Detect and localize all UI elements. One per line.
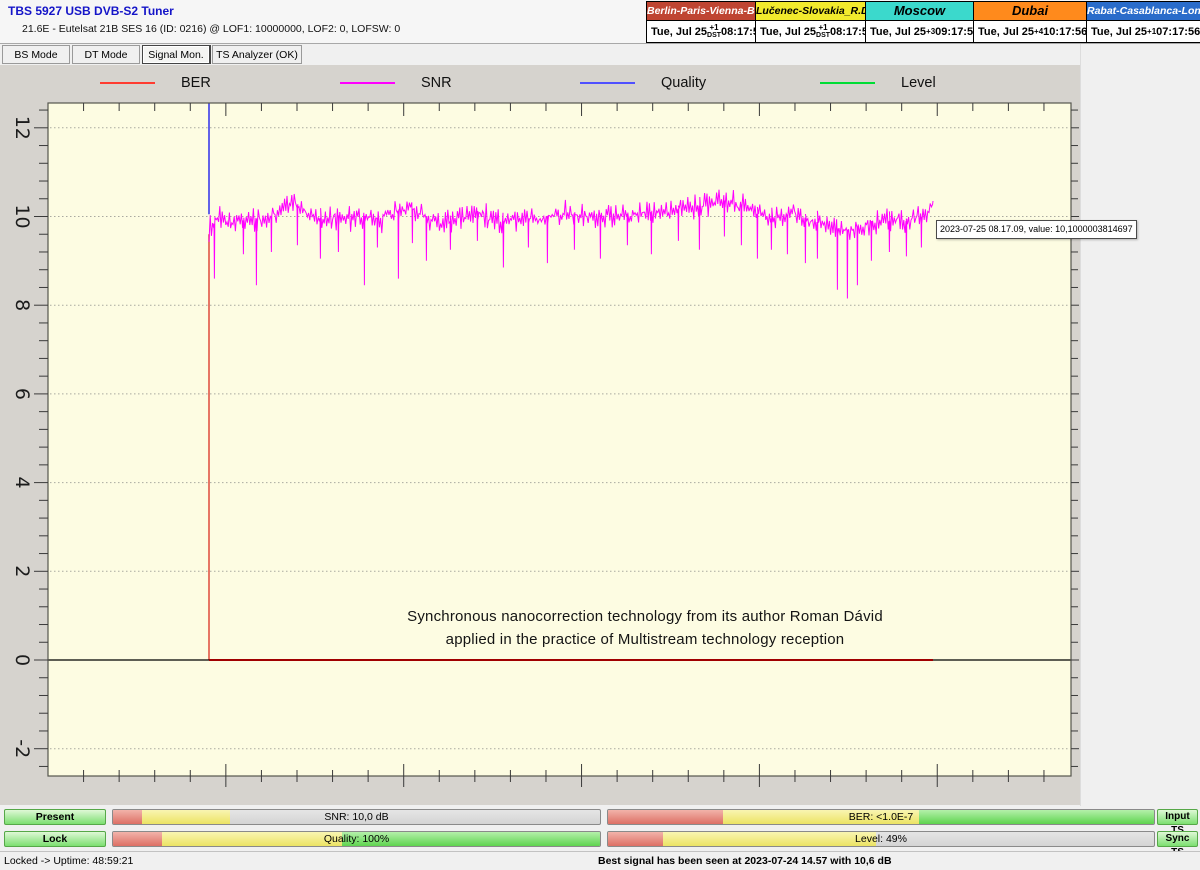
clock-time-row: Tue, Jul 25+309:17:56: [866, 21, 973, 42]
clock-time-row: Tue, Jul 25+1DST08:17:56: [756, 21, 865, 42]
lock-button[interactable]: Lock: [4, 831, 106, 847]
utc-offset-value: +1: [818, 24, 827, 32]
status-bar: Locked -> Uptime: 48:59:21 Best signal h…: [0, 851, 1200, 870]
app-window: TBS 5927 USB DVB-S2 Tuner 21.6E - Eutels…: [0, 0, 1200, 870]
clock-utc-offset: +4: [1034, 28, 1043, 36]
clock-3: MoscowTue, Jul 25+309:17:56: [866, 2, 974, 42]
clock-date: Tue, Jul 25: [1091, 26, 1147, 38]
quality-bar: Quality: 100%: [112, 831, 601, 847]
level-bar: Level: 49%: [607, 831, 1155, 847]
clock-city-label: Dubai: [974, 2, 1086, 21]
clock-hms: 10:17:56: [1043, 26, 1087, 38]
transponder-subtitle: 21.6E - Eutelsat 21B SES 16 (ID: 0216) @…: [22, 23, 400, 35]
annotation-line-1: Synchronous nanocorrection technology fr…: [210, 605, 1080, 628]
svg-text:6: 6: [11, 388, 33, 400]
clock-4: DubaiTue, Jul 25+410:17:56: [974, 2, 1087, 42]
clock-date: Tue, Jul 25: [651, 26, 707, 38]
tab-ts-analyzer-ok-[interactable]: TS Analyzer (OK): [212, 45, 302, 64]
clock-date: Tue, Jul 25: [978, 26, 1034, 38]
clock-date: Tue, Jul 25: [870, 26, 926, 38]
svg-text:0: 0: [11, 654, 33, 666]
clock-time-row: Tue, Jul 25+410:17:56: [974, 21, 1086, 42]
utc-offset-value: +1: [709, 24, 718, 32]
clock-utc-offset: +1DST: [707, 24, 721, 39]
header-separator: [0, 43, 1200, 44]
present-button[interactable]: Present: [4, 809, 106, 825]
svg-text:10: 10: [11, 204, 33, 228]
clock-time-row: Tue, Jul 25+1DST08:17:56: [647, 21, 755, 42]
clock-city-label: Rabat-Casablanca-London: [1087, 2, 1200, 21]
transponder-panel: Transponder [BS] Frequency:11617,819 MHz…: [1080, 44, 1200, 806]
chart-annotation: Synchronous nanocorrection technology fr…: [210, 605, 1080, 651]
clock-city-label: Moscow: [866, 2, 973, 21]
clock-utc-offset: +1DST: [816, 24, 830, 39]
clock-2: Lučenec-Slovakia_R.DávidTue, Jul 25+1DST…: [756, 2, 866, 42]
clock-1: Berlin-Paris-Vienna-BelgradeTue, Jul 25+…: [647, 2, 756, 42]
best-signal-status: Best signal has been seen at 2023-07-24 …: [598, 855, 892, 867]
chart-tooltip: 2023-07-25 08.17.09, value: 10,100000381…: [936, 220, 1137, 239]
level-bar-text: Level: 49%: [608, 833, 1154, 845]
sync-ts-button[interactable]: Sync TS: [1157, 831, 1198, 847]
utc-offset-value: +3: [926, 28, 935, 36]
clock-city-label: Berlin-Paris-Vienna-Belgrade: [647, 2, 755, 21]
annotation-line-2: applied in the practice of Multistream t…: [210, 628, 1080, 651]
clock-hms: 07:17:56: [1156, 26, 1200, 38]
snr-bar-text: SNR: 10,0 dB: [113, 811, 600, 823]
clock-date: Tue, Jul 25: [760, 26, 816, 38]
ber-bar-text: BER: <1.0E-7: [608, 811, 1154, 823]
utc-offset-value: +4: [1034, 28, 1043, 36]
svg-text:-2: -2: [11, 739, 33, 758]
input-ts-button[interactable]: Input TS: [1157, 809, 1198, 825]
svg-text:4: 4: [11, 477, 33, 489]
dst-flag: DST: [816, 32, 830, 39]
header: TBS 5927 USB DVB-S2 Tuner 21.6E - Eutels…: [0, 0, 1200, 43]
signal-monitor-panel: BERSNRQualityLevel 121086420-2 Synchrono…: [0, 65, 1080, 805]
tab-signal-mon-[interactable]: Signal Mon.: [142, 45, 210, 64]
world-clocks: Berlin-Paris-Vienna-BelgradeTue, Jul 25+…: [646, 1, 1200, 43]
clock-utc-offset: +3: [926, 28, 935, 36]
clock-hms: 09:17:56: [935, 26, 979, 38]
snr-bar: SNR: 10,0 dB: [112, 809, 601, 825]
svg-text:12: 12: [11, 116, 33, 140]
lock-uptime-status: Locked -> Uptime: 48:59:21: [4, 855, 133, 867]
tab-dt-mode[interactable]: DT Mode: [72, 45, 140, 64]
dst-flag: DST: [707, 32, 721, 39]
clock-city-label: Lučenec-Slovakia_R.Dávid: [756, 2, 865, 21]
utc-offset-value: +1: [1147, 28, 1156, 36]
tab-bs-mode[interactable]: BS Mode: [2, 45, 70, 64]
ber-bar: BER: <1.0E-7: [607, 809, 1155, 825]
signal-chart[interactable]: 12 10 8 6 4 2 0 -2: [0, 65, 1080, 805]
app-title: TBS 5927 USB DVB-S2 Tuner: [8, 4, 174, 18]
svg-text:8: 8: [11, 299, 33, 311]
quality-bar-text: Quality: 100%: [113, 833, 600, 845]
clock-time-row: Tue, Jul 25+107:17:56: [1087, 21, 1200, 42]
clock-5: Rabat-Casablanca-LondonTue, Jul 25+107:1…: [1087, 2, 1200, 42]
svg-text:2: 2: [11, 565, 33, 577]
clock-utc-offset: +1: [1147, 28, 1156, 36]
